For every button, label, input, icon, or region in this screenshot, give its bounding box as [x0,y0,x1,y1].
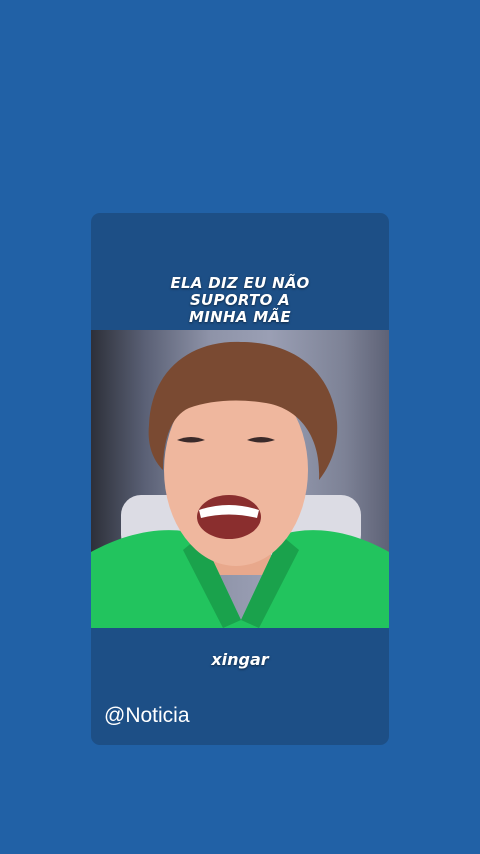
caption-top-line-2: SUPORTO A [189,291,291,309]
person-illustration [91,341,389,628]
video-thumbnail[interactable] [91,330,389,628]
caption-top-line-3: MINHA MÃE [189,308,291,326]
caption-bottom: xingar [211,650,269,669]
caption-top-line-1: ELA DIZ EU NÃO [170,274,310,292]
caption-top: ELA DIZ EU NÃO SUPORTO A MINHA MÃE [91,275,389,326]
account-handle[interactable]: @Noticia [104,704,190,728]
story-card[interactable]: ELA DIZ EU NÃO SUPORTO A MINHA MÃE xinga… [91,213,389,745]
mouth [197,495,261,539]
